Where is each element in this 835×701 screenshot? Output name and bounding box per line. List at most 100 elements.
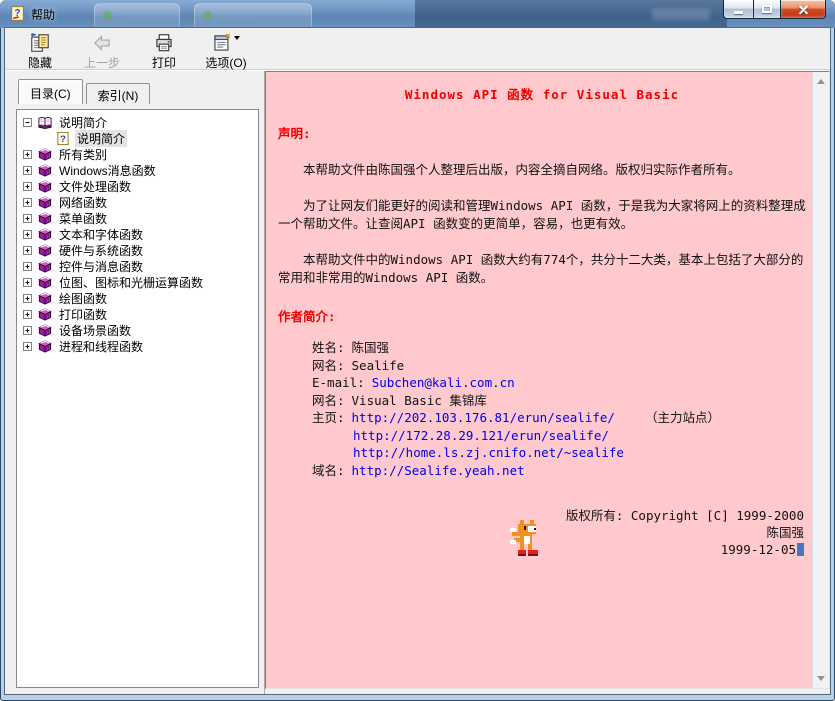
- printer-icon: [154, 33, 174, 53]
- tree-item[interactable]: 说明简介: [22, 114, 256, 130]
- tree-item-label: 所有类别: [57, 146, 109, 163]
- domain-label: 域名:: [312, 463, 345, 478]
- author-name-label: 姓名:: [312, 340, 345, 355]
- tree-item[interactable]: 所有类别: [22, 146, 256, 162]
- help-file-icon: [9, 5, 26, 22]
- scroll-down-button[interactable]: [813, 670, 829, 687]
- statement-paragraph: 本帮助文件由陈国强个人整理后出版，内容全摘自网络。版权归实际作者所有。: [278, 161, 806, 179]
- scroll-down-icon: [817, 676, 825, 681]
- window-title: 帮助: [31, 6, 55, 23]
- topic-title: Windows API 函数 for Visual Basic: [278, 86, 806, 104]
- text-caret: [797, 543, 804, 556]
- scroll-up-button[interactable]: [813, 73, 829, 90]
- expand-icon[interactable]: [23, 278, 32, 287]
- expand-icon[interactable]: [23, 262, 32, 271]
- tree-item-selected[interactable]: 说明简介: [22, 130, 256, 146]
- closed-book-icon: [37, 291, 53, 306]
- tree-item[interactable]: 文件处理函数: [22, 178, 256, 194]
- navigation-tabs: 目录(C) 索引(N): [16, 77, 259, 104]
- author-email-label: E-mail:: [312, 375, 365, 390]
- closed-book-icon: [37, 163, 53, 178]
- background-glass-tab: [94, 3, 180, 28]
- statement-paragraph: 为了让网友们能更好的阅读和管理Windows API 函数，于是我为大家将网上的…: [278, 197, 806, 233]
- maximize-button[interactable]: [753, 0, 781, 19]
- collapse-icon[interactable]: [23, 118, 32, 127]
- topic-content: Windows API 函数 for Visual Basic 声明: 本帮助文…: [266, 72, 812, 688]
- author-site-value: Visual Basic 集锦库: [352, 393, 487, 408]
- expand-icon[interactable]: [23, 310, 32, 319]
- vertical-scrollbar[interactable]: [812, 72, 829, 688]
- expand-icon[interactable]: [23, 342, 32, 351]
- contents-tree[interactable]: 说明简介 说明简介 所有类别 Windows消息函数: [16, 109, 259, 688]
- homepage-link-2[interactable]: http://172.28.29.121/erun/sealife/: [353, 428, 609, 443]
- open-book-icon: [37, 115, 53, 130]
- help-page-icon: [55, 131, 71, 146]
- expand-icon[interactable]: [23, 150, 32, 159]
- maximize-icon: [762, 5, 772, 13]
- tree-item[interactable]: 绘图函数: [22, 290, 256, 306]
- titlebar[interactable]: 帮助: [0, 0, 835, 28]
- window-frame: 隐藏 上一步 打印 选项: [5, 28, 830, 694]
- author-nick-label: 网名:: [312, 358, 345, 373]
- expand-icon[interactable]: [23, 182, 32, 191]
- tree-item[interactable]: 设备场景函数: [22, 322, 256, 338]
- tree-item-label: 设备场景函数: [57, 322, 133, 339]
- tree-item-label: 菜单函数: [57, 210, 109, 227]
- expand-icon[interactable]: [23, 198, 32, 207]
- navigation-pane: 目录(C) 索引(N) 说明简介 说明简介: [5, 71, 259, 694]
- homepage-link-3[interactable]: http://home.ls.zj.cnifo.net/~sealife: [353, 445, 624, 460]
- minimize-button[interactable]: [723, 0, 753, 19]
- options-button-label: 选项(O): [205, 54, 246, 71]
- tree-item[interactable]: 硬件与系统函数: [22, 242, 256, 258]
- expand-icon[interactable]: [23, 230, 32, 239]
- expand-icon[interactable]: [23, 246, 32, 255]
- tab-contents[interactable]: 目录(C): [18, 79, 83, 104]
- print-button-label: 打印: [152, 54, 176, 71]
- domain-link[interactable]: http://Sealife.yeah.net: [352, 463, 525, 478]
- closed-book-icon: [37, 227, 53, 242]
- back-button-label: 上一步: [84, 54, 120, 71]
- tree-item-label: 网络函数: [57, 194, 109, 211]
- tree-item-label: 说明简介: [57, 114, 109, 131]
- expand-icon[interactable]: [23, 326, 32, 335]
- expand-icon[interactable]: [23, 214, 32, 223]
- closed-book-icon: [37, 195, 53, 210]
- close-icon: [798, 4, 809, 15]
- closed-book-icon: [37, 243, 53, 258]
- tab-index[interactable]: 索引(N): [86, 83, 151, 104]
- closed-book-icon: [37, 307, 53, 322]
- date-text: 1999-12-05: [721, 542, 796, 557]
- tree-item[interactable]: 菜单函数: [22, 210, 256, 226]
- author-info: 姓名:陈国强 网名:Sealife E-mail:Subchen@kali.co…: [278, 339, 806, 479]
- email-link[interactable]: Subchen@kali.com.cn: [372, 375, 515, 390]
- homepage-label: 主页:: [312, 410, 345, 425]
- tree-item[interactable]: 打印函数: [22, 306, 256, 322]
- closed-book-icon: [37, 323, 53, 338]
- back-button[interactable]: 上一步: [79, 31, 125, 69]
- print-button[interactable]: 打印: [141, 31, 187, 69]
- tree-item-label: 控件与消息函数: [57, 258, 145, 275]
- toolbar: 隐藏 上一步 打印 选项: [5, 28, 830, 70]
- author-nick-value: Sealife: [352, 358, 405, 373]
- expand-icon[interactable]: [23, 294, 32, 303]
- hide-button-label: 隐藏: [28, 54, 52, 71]
- tree-item[interactable]: 文本和字体函数: [22, 226, 256, 242]
- statement-paragraph: 本帮助文件中的Windows API 函数大约有774个，共分十二大类，基本上包…: [278, 251, 806, 287]
- homepage-link-1[interactable]: http://202.103.176.81/erun/sealife/: [352, 410, 615, 425]
- options-button[interactable]: 选项(O): [203, 31, 249, 69]
- tree-item[interactable]: 网络函数: [22, 194, 256, 210]
- tree-item[interactable]: 进程和线程函数: [22, 338, 256, 354]
- caption-buttons: [723, 0, 826, 19]
- tree-item-label: 打印函数: [57, 306, 109, 323]
- back-arrow-icon: [92, 33, 112, 53]
- tree-item[interactable]: 位图、图标和光栅运算函数: [22, 274, 256, 290]
- expand-icon[interactable]: [23, 166, 32, 175]
- hide-button[interactable]: 隐藏: [17, 31, 63, 69]
- tree-item[interactable]: 控件与消息函数: [22, 258, 256, 274]
- background-glass-tab: [194, 3, 312, 28]
- close-button[interactable]: [781, 0, 826, 19]
- tree-item[interactable]: Windows消息函数: [22, 162, 256, 178]
- tree-item-label: 文件处理函数: [57, 178, 133, 195]
- tree-item-label: 文本和字体函数: [57, 226, 145, 243]
- tree-item-label: 绘图函数: [57, 290, 109, 307]
